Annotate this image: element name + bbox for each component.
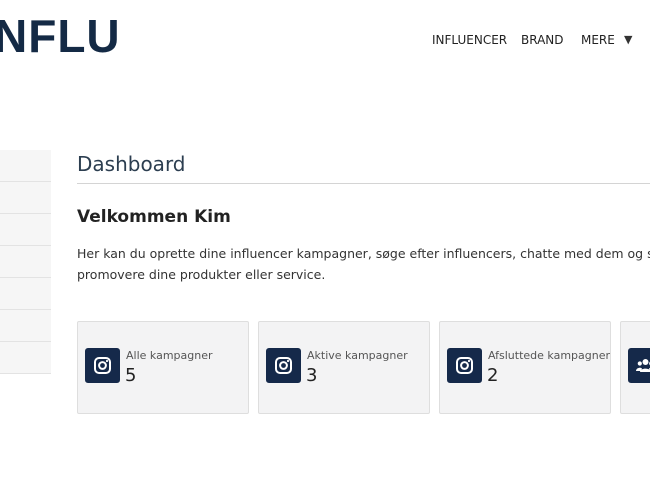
top-navigation: INFLUENCER BRAND MERE ▼ [0,32,650,48]
card-value: 5 [125,365,137,386]
intro-text: Her kan du oprette dine influencer kampa… [77,243,650,285]
sidebar-item[interactable] [0,278,51,310]
nav-item-brand[interactable]: BRAND [521,32,564,48]
stat-card-finished-campaigns[interactable]: Afsluttede kampagner 2 [439,321,611,414]
card-label: Alle kampagner [126,349,213,362]
card-label: Afsluttede kampagner [488,349,611,362]
instagram-icon [85,348,120,383]
page-title: Dashboard [77,152,186,176]
sidebar-item[interactable] [0,246,51,278]
title-divider [77,183,650,184]
sidebar-item[interactable] [0,150,51,182]
stat-card-active-campaigns[interactable]: Aktive kampagner 3 [258,321,430,414]
intro-line: promovere dine produkter eller service. [77,267,326,282]
stat-card-all-campaigns[interactable]: Alle kampagner 5 [77,321,249,414]
sidebar-item[interactable] [0,214,51,246]
instagram-icon [266,348,301,383]
card-value: 3 [306,365,318,386]
nav-item-mere[interactable]: MERE [581,32,615,48]
stats-cards: Alle kampagner 5 Aktive kampagner 3 Afsl… [77,321,650,414]
sidebar-item[interactable] [0,342,51,374]
intro-line: Her kan du oprette dine influencer kampa… [77,246,650,261]
stat-card-influencers[interactable] [620,321,650,414]
users-icon [628,348,650,383]
caret-down-icon[interactable]: ▼ [624,32,632,48]
sidebar-item[interactable] [0,310,51,342]
sidebar-item[interactable] [0,182,51,214]
card-label: Aktive kampagner [307,349,408,362]
welcome-heading: Velkommen Kim [77,207,231,227]
sidebar [0,150,51,374]
instagram-icon [447,348,482,383]
nav-item-influencer[interactable]: INFLUENCER [432,32,507,48]
card-value: 2 [487,365,499,386]
